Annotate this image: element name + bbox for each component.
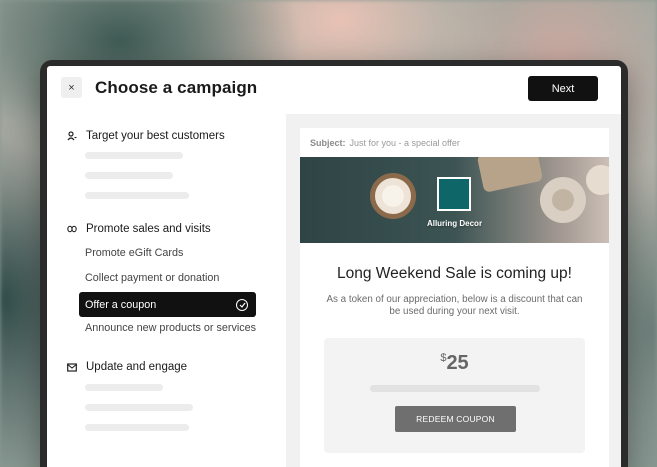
check-icon bbox=[236, 298, 248, 311]
section-title: Update and engage bbox=[86, 361, 188, 373]
placeholder-line bbox=[85, 172, 173, 179]
section-promote-sales[interactable]: Promote sales and visits bbox=[67, 223, 211, 235]
cup-image bbox=[586, 165, 609, 195]
close-button[interactable]: × bbox=[61, 77, 82, 98]
tray-image bbox=[476, 157, 544, 193]
person-icon bbox=[67, 131, 77, 141]
coupon-amount: $25 bbox=[324, 352, 585, 375]
email-body: As a token of our appreciation, below is… bbox=[326, 294, 583, 317]
mail-icon bbox=[67, 362, 77, 372]
email-subject: Subject: Just for you - a special offer bbox=[310, 138, 460, 148]
menu-item-collect-payment[interactable]: Collect payment or donation bbox=[85, 272, 219, 284]
amount-value: 25 bbox=[446, 352, 469, 374]
email-preview-panel: Subject: Just for you - a special offer A… bbox=[286, 114, 621, 467]
redeem-coupon-button[interactable]: REDEEM COUPON bbox=[395, 406, 516, 432]
menu-item-label: Offer a coupon bbox=[85, 298, 157, 311]
coupon-card: $25 REDEEM COUPON bbox=[324, 338, 585, 453]
section-target-customers[interactable]: Target your best customers bbox=[67, 130, 225, 142]
hero-image: Alluring Decor bbox=[300, 157, 609, 243]
candle-top bbox=[382, 185, 404, 207]
section-title: Promote sales and visits bbox=[86, 223, 211, 235]
subject-text: Just for you - a special offer bbox=[349, 138, 460, 148]
placeholder-line bbox=[85, 192, 189, 199]
menu-item-announce[interactable]: Announce new products or services bbox=[85, 322, 256, 334]
menu-item-offer-coupon[interactable]: Offer a coupon bbox=[79, 292, 256, 317]
placeholder-line bbox=[85, 424, 189, 431]
section-update-engage[interactable]: Update and engage bbox=[67, 361, 187, 373]
brand-name: Alluring Decor bbox=[426, 219, 483, 228]
email-headline: Long Weekend Sale is coming up! bbox=[337, 265, 572, 282]
placeholder-line bbox=[85, 152, 183, 159]
placeholder-line bbox=[85, 384, 163, 391]
section-title: Target your best customers bbox=[86, 130, 225, 142]
page-title: Choose a campaign bbox=[95, 78, 258, 97]
infinity-icon bbox=[67, 224, 77, 234]
close-icon: × bbox=[68, 81, 75, 94]
modal-header: × Choose a campaign Next bbox=[47, 66, 621, 110]
placeholder-line bbox=[85, 404, 193, 411]
menu-item-egift[interactable]: Promote eGift Cards bbox=[85, 247, 183, 259]
subject-label: Subject: bbox=[310, 138, 346, 148]
campaign-modal: × Choose a campaign Next Target your bes… bbox=[47, 66, 621, 467]
brand-logo bbox=[437, 177, 471, 211]
email-preview: Subject: Just for you - a special offer A… bbox=[300, 128, 609, 467]
placeholder-line bbox=[370, 385, 540, 392]
campaign-sidebar: Target your best customers Promote sales… bbox=[47, 120, 286, 467]
next-button[interactable]: Next bbox=[528, 76, 598, 101]
bowl-inner bbox=[552, 189, 574, 211]
